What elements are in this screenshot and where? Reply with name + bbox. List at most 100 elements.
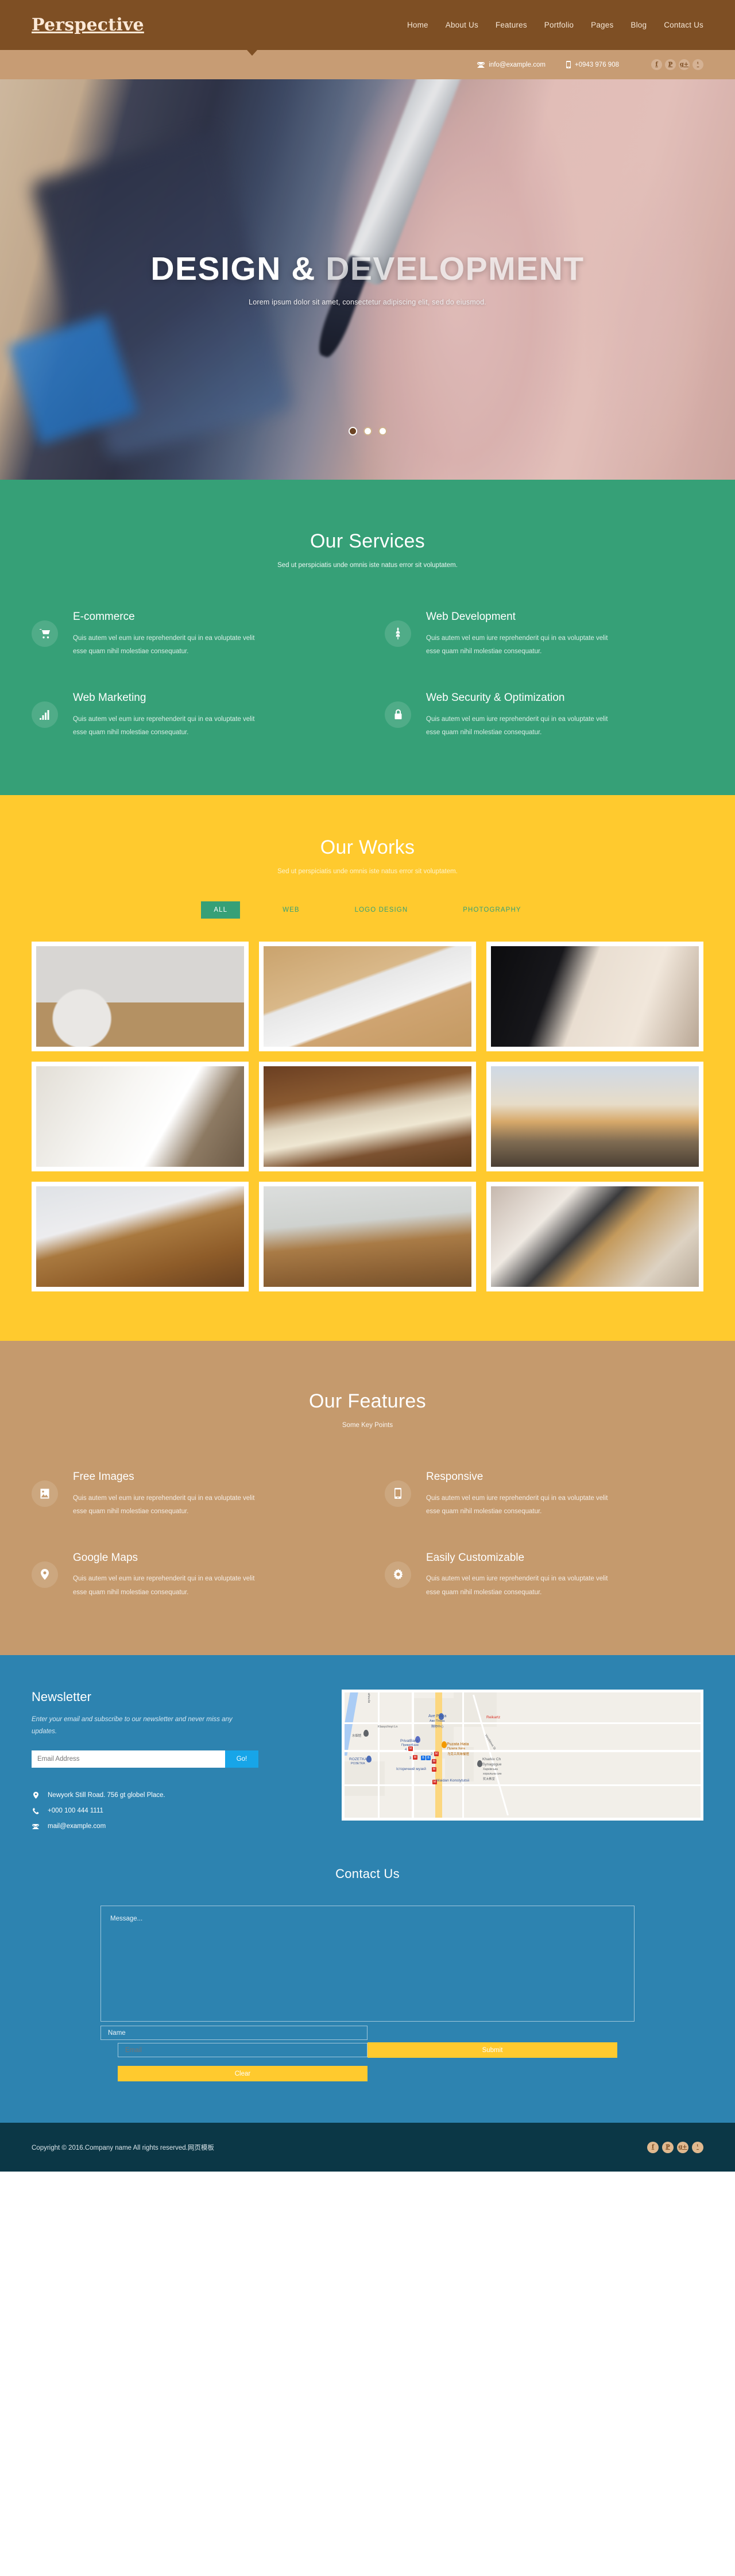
- contact-address-text: Newyork Still Road. 756 gt globel Place.: [48, 1792, 165, 1799]
- email-input[interactable]: [118, 2043, 368, 2058]
- map-marker-puzata-hata: [442, 1741, 447, 1748]
- map-label: Аве Плаза: [430, 1719, 445, 1723]
- service-card-web-security: Web Security & Optimization Quis autem v…: [385, 691, 703, 740]
- service-title: Web Marketing: [73, 691, 146, 704]
- topbar-email[interactable]: info@example.com: [477, 61, 546, 68]
- name-input[interactable]: [100, 2026, 368, 2041]
- portfolio-grid: [32, 941, 703, 1291]
- nav-item-features[interactable]: Features: [496, 21, 527, 29]
- portfolio-item[interactable]: [259, 1061, 476, 1171]
- service-card-web-development: Web Development Quis autem vel eum iure …: [385, 610, 703, 659]
- googleplus-icon[interactable]: g+: [679, 59, 690, 70]
- topbar-phone[interactable]: +0943 976 908: [566, 61, 619, 68]
- contact-phone-text: +000 100 444 1111: [48, 1807, 103, 1815]
- map-road: [345, 1749, 701, 1752]
- map-label: Reikartz: [486, 1715, 501, 1719]
- map-label: 2: [431, 1752, 433, 1756]
- filter-logo-design[interactable]: LOGO DESIGN: [342, 901, 421, 919]
- works-subtitle: Sed ut perspiciatis unde omnis iste natu…: [277, 867, 458, 875]
- works-filter-tabs: ALL WEB LOGO DESIGN PHOTOGRAPHY: [32, 901, 703, 919]
- map-road: [378, 1692, 380, 1818]
- google-map[interactable]: M M M M B B M M Klasychnyi Lnвулиця Клоч…: [342, 1689, 703, 1821]
- service-card-ecommerce: E-commerce Quis autem vel eum iure repre…: [32, 610, 350, 659]
- portfolio-item[interactable]: [486, 1061, 703, 1171]
- hero-dot-1[interactable]: [348, 427, 357, 435]
- feature-card-google-maps: Google Maps Quis autem vel eum iure repr…: [32, 1551, 350, 1600]
- hero-title-strong: DESIGN &: [150, 250, 326, 287]
- contact-section: Contact Us Submit Clear: [0, 1830, 735, 2123]
- hero-title: DESIGN & DEVELOPMENT: [150, 253, 584, 286]
- filter-web[interactable]: WEB: [270, 901, 312, 919]
- footer-contact-list: Newyork Still Road. 756 gt globel Place.…: [32, 1792, 319, 1830]
- portfolio-item[interactable]: [259, 941, 476, 1051]
- lock-icon: [385, 701, 411, 728]
- feature-text: Quis autem vel eum iure reprehenderit qu…: [73, 1575, 255, 1596]
- nav-item-blog[interactable]: Blog: [630, 21, 647, 29]
- nav-item-contact-us[interactable]: Contact Us: [664, 21, 703, 29]
- features-grid: Free Images Quis autem vel eum iure repr…: [32, 1470, 703, 1600]
- clear-button[interactable]: Clear: [118, 2066, 368, 2082]
- newsletter-go-button[interactable]: Go!: [225, 1750, 258, 1768]
- twitter-icon[interactable]: ᵗ: [692, 2141, 703, 2153]
- site-logo[interactable]: Perspective: [32, 15, 144, 35]
- hero-slider-dots: [0, 427, 735, 435]
- map-label: 1: [432, 1760, 434, 1764]
- message-textarea[interactable]: [100, 1906, 635, 2022]
- topbar-social-links: f ℙ g+ ᵗ: [651, 59, 703, 70]
- service-card-web-marketing: Web Marketing Quis autem vel eum iure re…: [32, 691, 350, 740]
- portfolio-image: [491, 946, 699, 1047]
- service-text: Quis autem vel eum iure reprehenderit qu…: [73, 715, 255, 736]
- portfolio-item[interactable]: [32, 941, 249, 1051]
- facebook-icon[interactable]: f: [651, 59, 662, 70]
- feature-card-responsive: Responsive Quis autem vel eum iure repre…: [385, 1470, 703, 1519]
- twitter-icon[interactable]: ᵗ: [693, 59, 703, 70]
- portfolio-item[interactable]: [259, 1181, 476, 1291]
- map-label: PrivatBank: [400, 1738, 419, 1743]
- map-label: Пузата Хата: [447, 1746, 465, 1750]
- mobile-phone-icon: [566, 61, 571, 68]
- filter-all[interactable]: ALL: [201, 901, 241, 919]
- pinterest-icon[interactable]: ℙ: [662, 2141, 674, 2153]
- map-metro-museum: M: [432, 1767, 436, 1772]
- map-label: Харківська: [483, 1767, 498, 1771]
- nav-links: Home About Us Features Portfolio Pages B…: [407, 21, 703, 29]
- filter-photography[interactable]: PHOTOGRAPHY: [450, 901, 533, 919]
- map-label: 水烟馆: [352, 1734, 362, 1738]
- portfolio-image: [264, 1186, 471, 1287]
- googleplus-icon[interactable]: g+: [677, 2141, 688, 2153]
- features-section: Our Features Some Key Points Free Images…: [0, 1340, 735, 1655]
- nav-item-pages[interactable]: Pages: [591, 21, 613, 29]
- feature-text: Quis autem vel eum iure reprehenderit qu…: [426, 1494, 608, 1515]
- portfolio-item[interactable]: [486, 1181, 703, 1291]
- portfolio-item[interactable]: [32, 1061, 249, 1171]
- newsletter-email-input[interactable]: [32, 1750, 225, 1768]
- feature-title: Free Images: [73, 1470, 134, 1483]
- service-text: Quis autem vel eum iure reprehenderit qu…: [73, 634, 255, 655]
- portfolio-image: [491, 1066, 699, 1167]
- map-marker-shisha: [363, 1729, 369, 1737]
- map-label: Klasychnyi Ln: [378, 1725, 398, 1729]
- map-bus-stop: B: [426, 1755, 431, 1760]
- nav-item-home[interactable]: Home: [407, 21, 428, 29]
- pinterest-icon[interactable]: ℙ: [665, 59, 676, 70]
- map-label: 3: [409, 1756, 412, 1760]
- newsletter-text: Enter your email and subscribe to our ne…: [32, 1715, 233, 1735]
- shopping-cart-icon: [32, 620, 58, 647]
- portfolio-item[interactable]: [32, 1181, 249, 1291]
- map-label: ROZETKA: [349, 1757, 368, 1761]
- hero-dot-3[interactable]: [378, 427, 387, 435]
- submit-button[interactable]: Submit: [368, 2042, 617, 2058]
- hero-dot-2[interactable]: [363, 427, 372, 435]
- portfolio-image: [264, 1066, 471, 1167]
- nav-item-portfolio[interactable]: Portfolio: [544, 21, 574, 29]
- facebook-icon[interactable]: f: [647, 2141, 659, 2153]
- portfolio-item[interactable]: [486, 941, 703, 1051]
- nav-item-about-us[interactable]: About Us: [446, 21, 478, 29]
- map-label: вулиця Клочківська: [368, 1692, 371, 1703]
- footer-social-links: f ℙ g+ ᵗ: [647, 2141, 703, 2153]
- map-pin-icon: [32, 1561, 58, 1588]
- contact-title: Contact Us: [335, 1867, 400, 1881]
- features-subtitle: Some Key Points: [342, 1421, 393, 1429]
- map-bus-stop: B: [421, 1755, 425, 1760]
- newsletter-section: Newsletter Enter your email and subscrib…: [0, 1655, 735, 1830]
